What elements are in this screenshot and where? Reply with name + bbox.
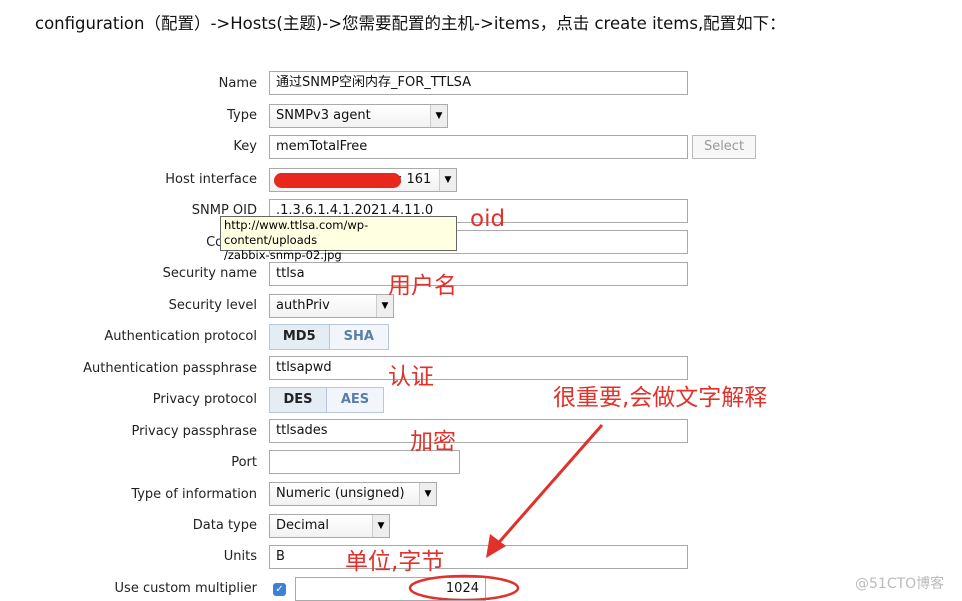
watermark: @51CTO博客 xyxy=(855,576,945,592)
arrow-line xyxy=(492,424,604,549)
highlight-ellipse xyxy=(408,574,520,600)
annotation-overlay xyxy=(408,424,604,600)
